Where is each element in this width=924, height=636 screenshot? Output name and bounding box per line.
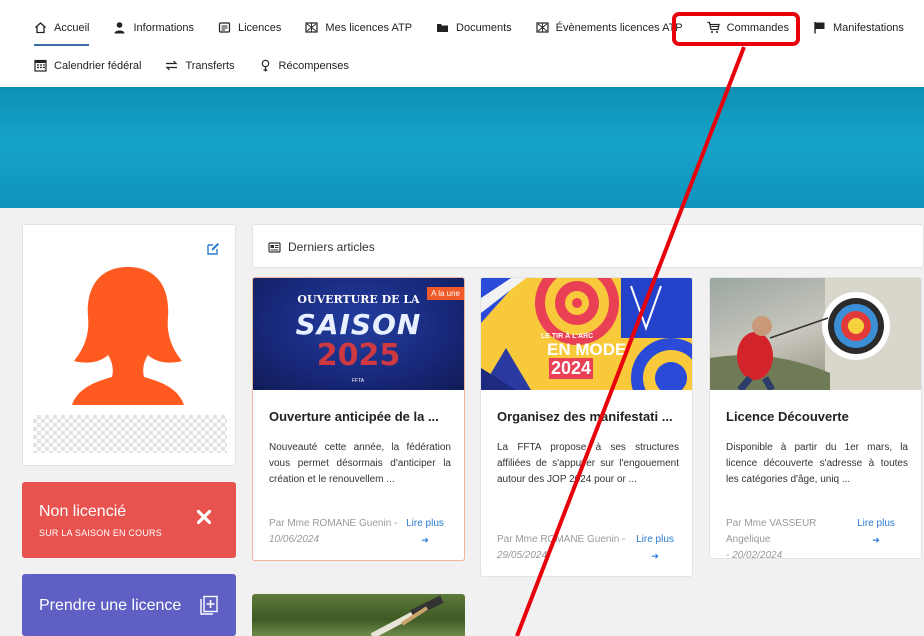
atp-events-icon [536,21,549,34]
read-more-label: Lire plus [636,534,674,545]
article-excerpt: La FFTA propose à ses structures affilié… [497,442,679,485]
nav-label: Documents [456,21,512,34]
article-card[interactable]: LE TIR À L'ARC EN MODE 2024 Organisez de… [480,277,693,577]
profile-card [22,224,236,466]
arrow-right-icon: ➜ [421,535,429,545]
edit-icon[interactable] [206,242,220,256]
image-text: SAISON [295,308,422,341]
image-text: 2025 [316,338,401,373]
article-author: Par Mme ROMANE Guenin - 29/05/2024 [497,532,637,564]
article-date: 10/06/2024 [269,534,320,545]
arrow-right-icon: ➜ [872,535,880,545]
articles-header: Derniers articles [252,224,924,268]
atp-license-icon [305,21,319,34]
nav-label: Évènements licences ATP [555,21,683,34]
flag-icon [813,21,826,34]
author-name: Par Mme VASSEUR Angelique [726,518,817,545]
home-icon [34,21,47,34]
nav-label: Accueil [54,21,90,34]
nav-label: Calendrier fédéral [54,59,142,72]
nav-label: Mes licences ATP [325,21,413,34]
hero-banner [0,87,924,208]
nav-label: Transferts [185,59,235,72]
image-text: EN MODE [547,340,627,359]
transfer-icon [165,59,178,72]
articles-title: Derniers articles [288,240,375,254]
status-title: Non licencié [39,503,127,520]
article-excerpt: Nouveauté cette année, la fédération vou… [269,442,451,485]
nav-item-mes-licences-atp[interactable]: Mes licences ATP [305,21,412,34]
nav-item-recompenses[interactable]: Récompenses [259,59,349,72]
nav-item-transferts[interactable]: Transferts [165,59,235,72]
article-image [710,278,921,390]
article-card[interactable]: OUVERTURE DE LA SAISON 2025 FFTA A la un… [252,277,465,561]
user-icon [113,21,126,34]
calendar-icon [34,59,47,72]
commandes-highlight-box [672,12,800,46]
nav-item-evenements-atp[interactable]: Évènements licences ATP [536,21,683,34]
image-text: LE TIR À L'ARC [541,333,594,340]
nav-label: Récompenses [278,59,349,72]
article-date: 29/05/2024 [497,550,548,561]
license-card-icon [218,21,231,34]
arrow-right-icon: ➜ [651,551,659,561]
read-more-label: Lire plus [406,518,444,529]
image-caption: FFTA [352,378,365,384]
image-text: 2024 [549,358,594,379]
status-subtitle: SUR LA SAISON EN COURS [39,528,162,538]
take-license-button[interactable]: Prendre une licence [22,574,236,636]
nav-item-manifestations[interactable]: Manifestations [813,21,904,34]
folder-icon [436,21,449,34]
nav-item-documents[interactable]: Documents [436,21,512,34]
article-title: Ouverture anticipée de la ... [269,409,439,424]
article-card[interactable]: Licence Découverte Disponible à partir d… [709,277,922,559]
article-excerpt: Disponible à partir du 1er mars, la lice… [726,442,908,485]
read-more-link[interactable]: Lire plus ➜ [852,516,900,548]
read-more-link[interactable]: Lire plus ➜ [631,532,679,564]
read-more-label: Lire plus [857,518,895,529]
nav-label: Licences [238,21,282,34]
read-more-link[interactable]: Lire plus ➜ [401,516,449,548]
close-x-icon [196,509,212,525]
nav-item-accueil[interactable]: Accueil [34,21,90,46]
nav-item-informations[interactable]: Informations [113,21,194,34]
article-date: - 20/02/2024 [726,550,783,559]
license-status-card: Non licencié SUR LA SAISON EN COURS [22,482,236,558]
profile-name-placeholder [33,415,227,453]
nav-label: Informations [133,21,194,34]
award-icon [259,59,272,72]
author-name: Par Mme ROMANE Guenin - [269,518,398,529]
avatar [68,265,188,405]
take-license-label: Prendre une licence [39,597,182,614]
nav-row-secondary: Calendrier fédéral Transferts Récompense… [34,59,373,72]
article-author: Par Mme VASSEUR Angelique - 20/02/2024 [726,516,856,559]
top-navigation: Accueil Informations Licences Mes licenc… [0,0,924,87]
add-card-icon [198,594,220,616]
article-title: Organisez des manifestati ... [497,409,673,424]
featured-badge: A la une [427,287,464,300]
nav-item-licences[interactable]: Licences [218,21,281,34]
article-author: Par Mme ROMANE Guenin - 10/06/2024 [269,516,409,548]
newspaper-icon [268,241,281,254]
article-image: OUVERTURE DE LA SAISON 2025 FFTA A la un… [253,278,464,390]
article-image-partial[interactable] [252,594,465,636]
article-image: LE TIR À L'ARC EN MODE 2024 [481,278,692,390]
author-name: Par Mme ROMANE Guenin - [497,534,626,545]
nav-label: Manifestations [833,21,904,34]
article-title: Licence Découverte [726,409,849,424]
nav-item-calendrier-federal[interactable]: Calendrier fédéral [34,59,141,72]
